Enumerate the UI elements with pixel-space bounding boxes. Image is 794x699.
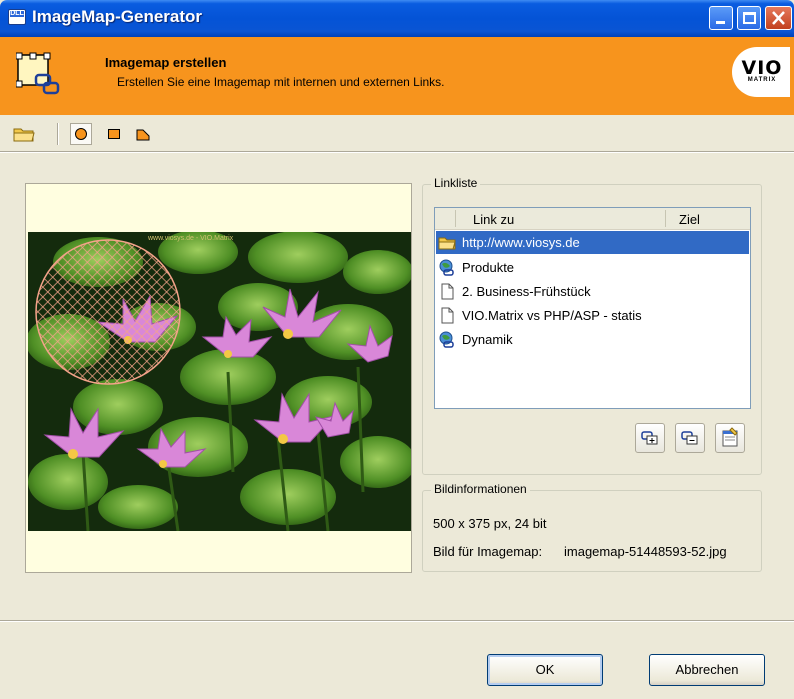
- close-button[interactable]: [765, 6, 792, 30]
- lotus-photo[interactable]: www.viosys.de - VIO.Matrix: [28, 232, 411, 531]
- image-dimensions: 500 x 375 px, 24 bit: [433, 516, 547, 531]
- ok-button[interactable]: OK: [487, 654, 603, 686]
- list-item[interactable]: 2. Business-Frühstück: [436, 280, 749, 303]
- image-file-name: imagemap-51448593-52.jpg: [564, 544, 727, 559]
- link-remove-icon: [681, 431, 698, 445]
- minimize-button[interactable]: [709, 6, 733, 30]
- close-icon: [772, 11, 785, 25]
- linkliste-title: Linkliste: [431, 176, 481, 190]
- folder-icon[interactable]: [13, 126, 35, 142]
- bildinfo-title: Bildinformationen: [431, 482, 530, 496]
- photo-caption: www.viosys.de - VIO.Matrix: [147, 235, 234, 242]
- circle-tool-button[interactable]: [70, 123, 92, 145]
- list-item[interactable]: VIO.Matrix vs PHP/ASP - statis: [436, 304, 749, 327]
- imagemap-icon: [16, 52, 60, 95]
- circle-icon: [75, 128, 87, 140]
- header-subtitle: Erstellen Sie eine Imagemap mit internen…: [117, 75, 445, 89]
- vio-matrix-logo: VIO MATRIX: [732, 47, 790, 97]
- image-file-label: Bild für Imagemap:: [433, 544, 543, 559]
- toolbar-divider: [0, 151, 794, 153]
- link-list[interactable]: Link zu Ziel http://www.viosys.de Produk…: [434, 207, 751, 409]
- toolbar-separator: [57, 123, 59, 145]
- image-preview[interactable]: www.viosys.de - VIO.Matrix: [25, 183, 412, 573]
- toolbar: [0, 115, 794, 151]
- list-item[interactable]: Produkte: [436, 256, 749, 279]
- title-bar[interactable]: DLL ImageMap-Generator: [0, 0, 794, 37]
- list-item[interactable]: http://www.viosys.de: [436, 231, 749, 254]
- list-item[interactable]: Dynamik: [436, 328, 749, 351]
- properties-icon: [722, 427, 738, 447]
- maximize-button[interactable]: [737, 6, 761, 30]
- app-icon: DLL: [8, 9, 26, 25]
- column-link-zu[interactable]: Link zu: [473, 212, 514, 227]
- remove-link-button[interactable]: [675, 423, 705, 453]
- add-link-button[interactable]: [635, 423, 665, 453]
- document-icon: [441, 307, 454, 324]
- window-title: ImageMap-Generator: [32, 7, 203, 26]
- minimize-icon: [716, 21, 725, 24]
- link-add-icon: [641, 431, 658, 445]
- maximize-icon: [743, 12, 756, 24]
- list-header: Link zu Ziel: [435, 208, 750, 230]
- bildinfo-group: Bildinformationen 500 x 375 px, 24 bit B…: [422, 482, 762, 572]
- globe-link-icon: [439, 331, 454, 348]
- folder-icon: [438, 237, 456, 250]
- rectangle-icon[interactable]: [108, 129, 120, 139]
- polygon-icon[interactable]: [136, 129, 150, 141]
- linkliste-group: Linkliste Link zu Ziel http://www.viosys…: [422, 176, 762, 475]
- document-icon: [441, 283, 454, 300]
- cancel-button[interactable]: Abbrechen: [649, 654, 765, 686]
- circle-hotspot[interactable]: [35, 239, 181, 385]
- footer-divider: [0, 620, 794, 622]
- header-title: Imagemap erstellen: [105, 55, 227, 70]
- edit-link-button[interactable]: [715, 423, 745, 453]
- header-banner: Imagemap erstellen Erstellen Sie eine Im…: [0, 37, 794, 115]
- globe-link-icon: [439, 259, 454, 276]
- column-ziel[interactable]: Ziel: [679, 212, 700, 227]
